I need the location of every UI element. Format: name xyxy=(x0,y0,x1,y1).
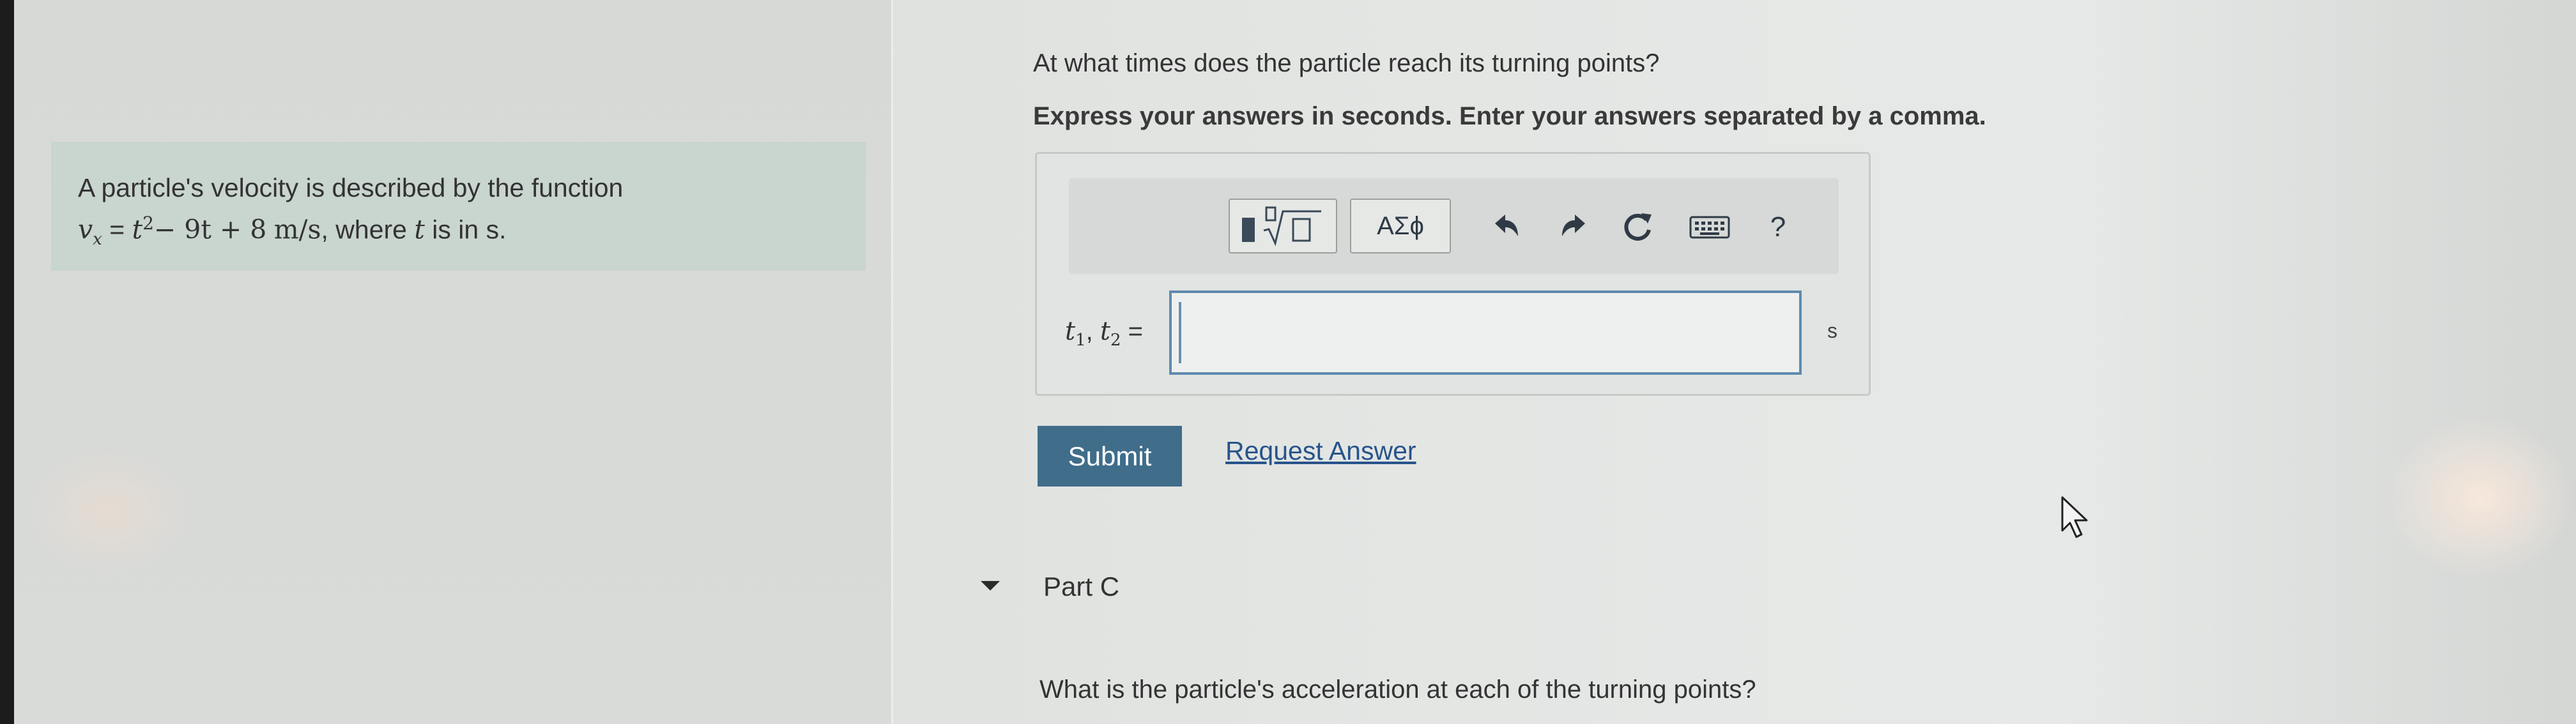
eq-lhs-sub: x xyxy=(93,229,102,249)
part-c-question: What is the particle's acceleration at e… xyxy=(1039,675,1756,704)
eq-lhs: v xyxy=(78,214,93,245)
answer-panel: ΑΣϕ ? t1, t2 = s xyxy=(1035,152,1871,396)
problem-intro: A particle's velocity is described by th… xyxy=(78,173,624,202)
radical-template-icon[interactable] xyxy=(1229,199,1337,253)
undo-glyph xyxy=(1495,215,1518,236)
keyboard-glyph xyxy=(1689,216,1730,239)
help-button[interactable]: ? xyxy=(1756,205,1800,250)
answer-label: t1, t2 = xyxy=(1065,317,1143,350)
redo-glyph xyxy=(1562,215,1585,236)
greek-symbols-button[interactable]: ΑΣϕ xyxy=(1350,199,1451,253)
submit-button[interactable]: Submit xyxy=(1038,426,1182,486)
column-divider xyxy=(891,0,893,724)
eq-unit: m/s xyxy=(273,214,321,245)
reset-icon[interactable] xyxy=(1615,205,1660,250)
problem-panel xyxy=(0,0,891,724)
label-sep: , xyxy=(1085,317,1100,345)
glare xyxy=(2384,415,2576,581)
eq-exponent: 2 xyxy=(142,213,154,234)
keyboard-icon[interactable] xyxy=(1687,205,1732,250)
text-caret xyxy=(1179,302,1181,363)
eq-where-rest: is in s. xyxy=(432,215,507,245)
eq-where-var: t xyxy=(414,214,425,245)
redo-icon[interactable] xyxy=(1551,205,1596,250)
eq-rest: − 9t + 8 xyxy=(153,214,267,245)
collapse-caret-icon[interactable] xyxy=(981,581,1000,591)
label-eq: = xyxy=(1121,317,1143,345)
problem-text: A particle's velocity is described by th… xyxy=(78,170,623,257)
mouse-pointer-icon xyxy=(2061,496,2088,538)
radical-template-glyph xyxy=(1242,206,1321,246)
question-prompt: At what times does the particle reach it… xyxy=(1033,49,1660,77)
answer-input[interactable] xyxy=(1169,290,1802,375)
velocity-equation: vx = t2− 9t + 8 m/s, where t is in s. xyxy=(78,206,623,257)
problem-statement: A particle's velocity is described by th… xyxy=(51,142,866,271)
reset-glyph xyxy=(1624,213,1652,241)
math-toolbar: ΑΣϕ ? xyxy=(1069,178,1839,274)
undo-icon[interactable] xyxy=(1484,205,1529,250)
part-c-title[interactable]: Part C xyxy=(1043,571,1119,602)
request-answer-link[interactable]: Request Answer xyxy=(1225,436,1416,466)
question-instruction: Express your answers in seconds. Enter y… xyxy=(1033,102,1986,130)
label-t2-sub: 2 xyxy=(1110,331,1121,350)
answer-unit: s xyxy=(1827,319,1837,342)
label-t2: t xyxy=(1100,317,1110,346)
label-t1-sub: 1 xyxy=(1075,331,1086,350)
eq-sign: = xyxy=(109,215,125,245)
label-t1: t xyxy=(1065,317,1076,346)
glare xyxy=(26,447,192,575)
eq-t: t xyxy=(132,214,143,245)
eq-where: , where xyxy=(321,215,407,245)
screen-edge xyxy=(0,0,14,724)
